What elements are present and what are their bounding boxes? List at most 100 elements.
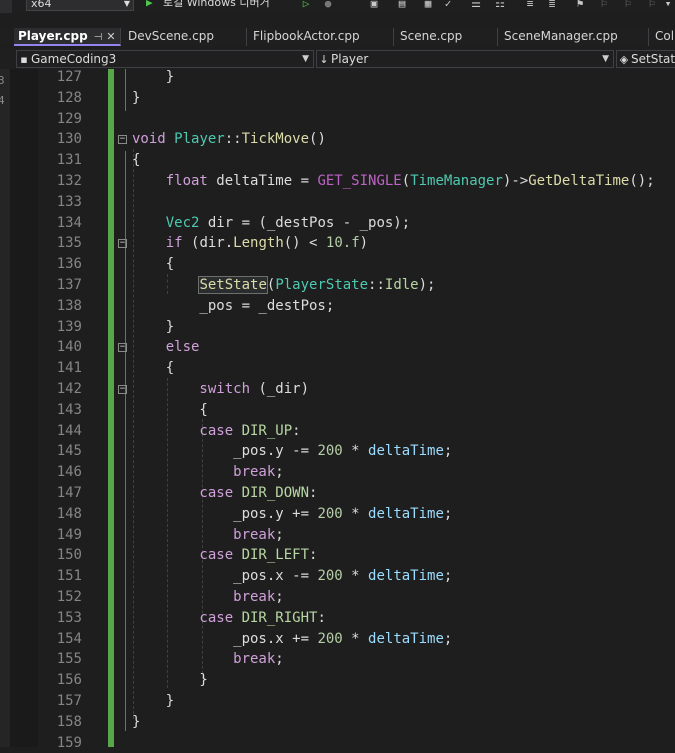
code-line[interactable]: float deltaTime = GET_SINGLE(TimeManager… — [132, 171, 655, 192]
tab-label: Scene.cpp — [400, 29, 463, 43]
run-target-button[interactable]: 로컬 Windows 디버거 — [163, 0, 270, 10]
code-token: } — [132, 693, 175, 709]
solution-icon[interactable]: ▦ — [422, 0, 434, 10]
code-token: TickMove — [241, 131, 310, 148]
code-line[interactable]: _pos.x += 200 * deltaTime; — [132, 629, 452, 650]
line-number: 129 — [56, 110, 82, 127]
chevron-down-icon: ▼ — [302, 54, 309, 64]
tab-devscene-cpp[interactable]: DevScene.cpp — [124, 28, 247, 46]
code-line[interactable]: Vec2 dir = (_destPos - _pos); — [132, 213, 410, 234]
line-number: 128 — [56, 89, 82, 106]
code-line[interactable]: } — [132, 712, 140, 733]
outdent-icon[interactable]: ≣ — [546, 0, 558, 10]
collapse-icon[interactable]: − — [118, 135, 127, 145]
line-number: 132 — [56, 173, 82, 189]
chevron-down-icon: ▼ — [602, 54, 609, 64]
method-icon: ◈ — [619, 53, 629, 66]
code-token: { — [132, 360, 175, 377]
line-number: 146 — [56, 464, 82, 481]
tab-coll[interactable]: Coll — [651, 28, 675, 46]
code-token: void — [132, 131, 175, 148]
next-bookmark-icon[interactable]: ⚐ — [622, 0, 634, 10]
code-token: case — [132, 547, 242, 564]
code-line[interactable]: SetState(PlayerState::Idle); — [132, 275, 435, 296]
code-line[interactable]: if (dir.Length() < 10.f) — [132, 233, 368, 254]
code-line[interactable]: case DIR_DOWN: — [132, 483, 317, 504]
bookmark-icon[interactable]: ⚑ — [574, 0, 586, 10]
indent-icon[interactable]: ≡ — [524, 0, 536, 10]
code-token: 10.f — [325, 235, 360, 252]
line-number: 158 — [56, 713, 82, 730]
line-number: 141 — [56, 360, 82, 377]
code-line[interactable]: _pos.y -= 200 * deltaTime; — [132, 441, 452, 462]
code-token: (); — [629, 173, 655, 189]
code-line[interactable]: case DIR_UP: — [132, 421, 300, 442]
uncomment-icon[interactable]: ☷ — [494, 0, 506, 10]
code-line[interactable]: _pos.y += 200 * deltaTime; — [132, 504, 452, 525]
close-icon[interactable]: ✕ — [106, 30, 115, 43]
code-line[interactable]: } — [132, 691, 174, 712]
code-token: } — [132, 89, 141, 106]
tab-flipbookactor-cpp[interactable]: FlipbookActor.cpp — [249, 28, 394, 46]
indicator-margin[interactable] — [10, 69, 38, 747]
line-number: 144 — [56, 422, 82, 439]
tab-scene-cpp[interactable]: Scene.cpp — [396, 28, 498, 46]
code-token: * — [342, 630, 369, 647]
comment-icon[interactable]: ☰ — [470, 0, 482, 10]
tab-player-cpp[interactable]: Player.cpp ⊣ ✕ — [14, 28, 121, 46]
member-dropdown[interactable]: ◈ SetStat — [616, 50, 675, 68]
code-token: * — [342, 443, 369, 460]
code-line[interactable]: } — [132, 317, 174, 338]
code-line[interactable]: _pos = _destPos; — [132, 296, 334, 317]
project-dropdown[interactable]: ▪ GameCoding3 ▼ — [16, 50, 314, 68]
code-line[interactable]: break; — [132, 649, 284, 670]
scope-dropdown[interactable]: ↓ Player ▼ — [316, 50, 614, 68]
code-token: else — [132, 339, 200, 356]
code-token: * — [342, 505, 369, 522]
code-token: DIR_DOWN — [241, 485, 310, 501]
collapse-icon[interactable]: − — [118, 385, 127, 394]
toolbar-left-edge — [0, 0, 12, 13]
code-token: DIR_LEFT — [241, 547, 310, 564]
start-without-debug-icon[interactable]: ▷ — [300, 0, 312, 10]
code-line[interactable]: } — [132, 69, 174, 88]
collapse-icon[interactable]: − — [118, 239, 127, 249]
code-token: deltaTime — [368, 630, 444, 647]
code-line[interactable]: _pos.x -= 200 * deltaTime; — [132, 566, 452, 587]
code-line[interactable]: } — [132, 88, 140, 109]
code-line[interactable]: { — [132, 358, 174, 379]
code-line[interactable]: else — [132, 337, 200, 358]
prev-bookmark-icon[interactable]: ⚐ — [598, 0, 610, 10]
tab-scenemanager-cpp[interactable]: SceneManager.cpp — [500, 28, 649, 46]
code-line[interactable]: { — [132, 254, 174, 275]
code-line[interactable]: switch (_dir) — [132, 379, 309, 400]
code-line[interactable]: break; — [132, 462, 284, 483]
collapse-icon[interactable]: − — [118, 343, 127, 353]
code-token: () < — [283, 235, 326, 252]
overflow-icon[interactable]: ▾ — [662, 0, 674, 10]
code-token: case — [132, 609, 242, 626]
code-token: } — [132, 69, 175, 85]
hot-reload-icon[interactable]: ● — [322, 0, 334, 10]
code-token: (dir. — [191, 235, 234, 252]
code-token: ( — [401, 173, 411, 189]
diagnostic-icon[interactable]: ▣ — [368, 0, 380, 10]
pin-icon[interactable]: ⊣ — [94, 32, 103, 43]
check-icon[interactable]: ✓ — [442, 0, 454, 10]
code-line[interactable]: case DIR_LEFT: — [132, 545, 317, 566]
platform-dropdown[interactable]: x64 ▼ — [26, 0, 134, 11]
code-line[interactable]: { — [132, 400, 207, 421]
code-line[interactable]: } — [132, 670, 207, 691]
scope-label: Player — [331, 52, 369, 66]
config-icon[interactable]: ▤ — [396, 0, 408, 10]
code-line[interactable]: void Player::TickMove() — [132, 129, 326, 150]
play-icon[interactable]: ▶ — [146, 0, 153, 9]
code-line[interactable]: break; — [132, 525, 284, 546]
clear-bookmark-icon[interactable]: ⚐ — [646, 0, 658, 10]
code-line[interactable]: case DIR_RIGHT: — [132, 608, 325, 629]
line-number: 139 — [56, 318, 82, 335]
code-editor[interactable]: }} void Player::TickMove(){ float deltaTi… — [114, 69, 675, 747]
code-line[interactable]: break; — [132, 587, 284, 608]
line-number: 134 — [56, 214, 82, 231]
code-line[interactable]: { — [132, 150, 140, 171]
